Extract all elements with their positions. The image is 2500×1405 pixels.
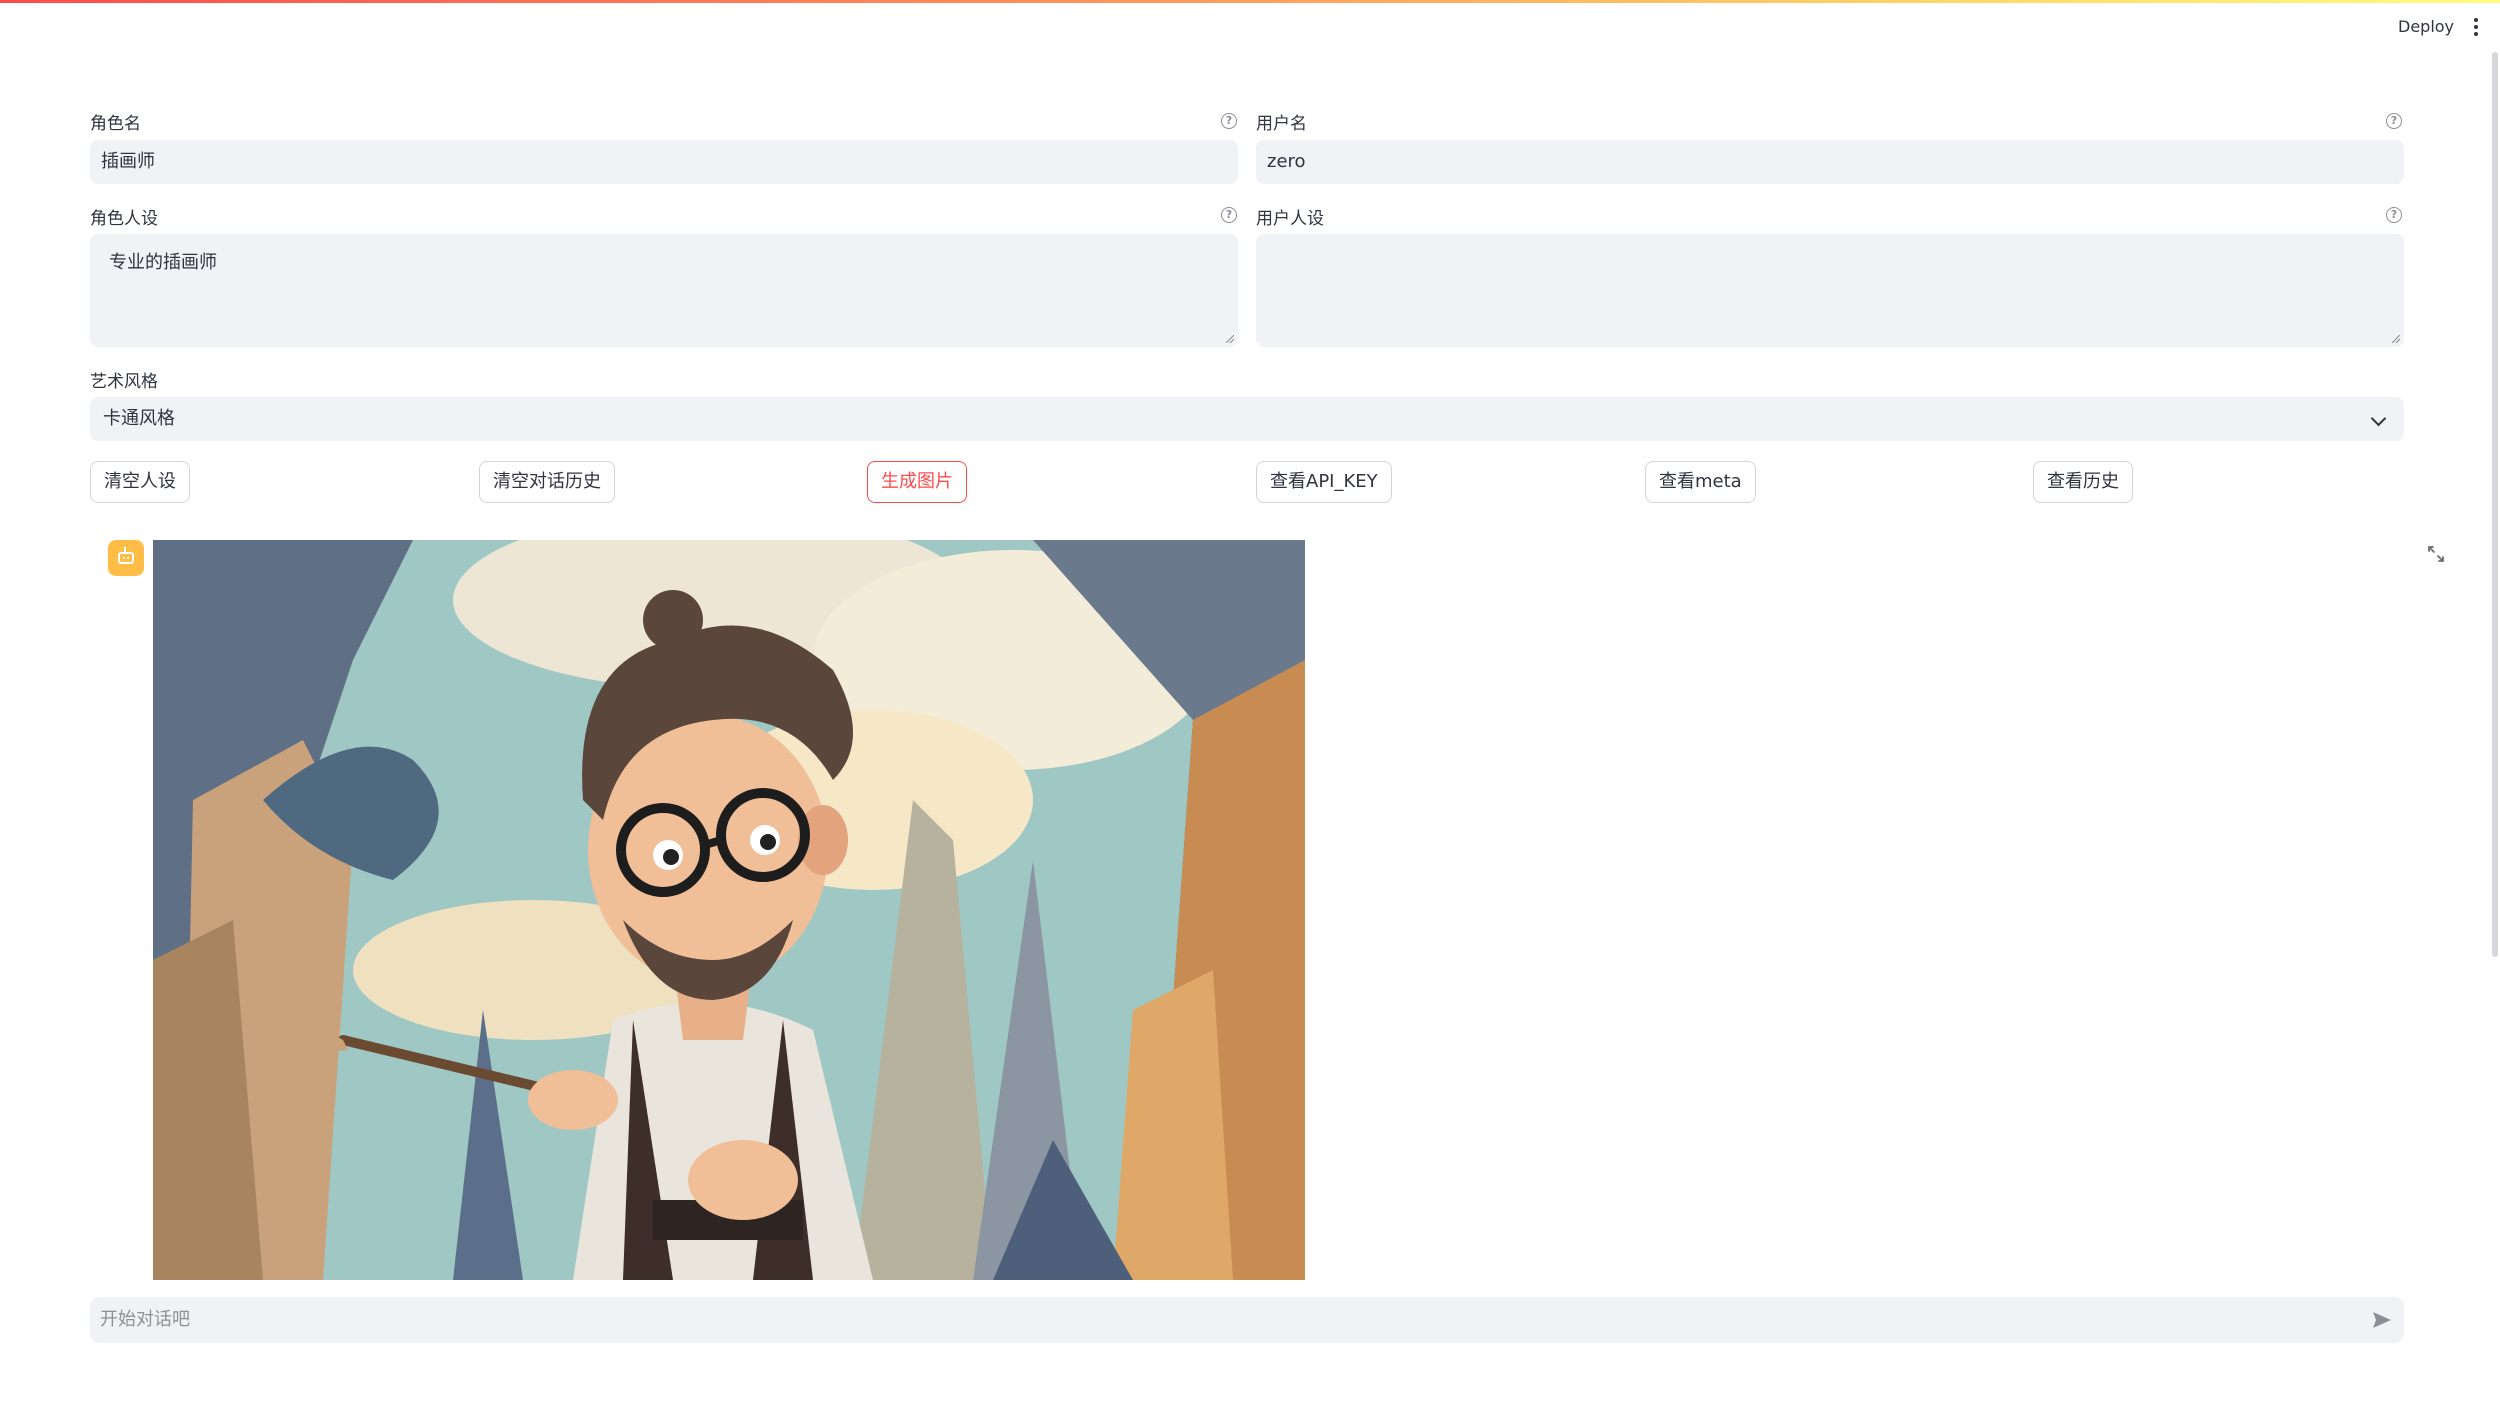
view-meta-button[interactable]: 查看meta (1645, 461, 1756, 503)
view-history-button[interactable]: 查看历史 (2033, 461, 2133, 503)
fullscreen-icon[interactable] (2426, 544, 2446, 564)
user-persona-label: 用户人设 (1256, 209, 1324, 229)
help-icon[interactable]: ? (2386, 207, 2402, 223)
user-name-label: 用户名 (1256, 114, 1307, 134)
clear-history-button[interactable]: 清空对话历史 (479, 461, 615, 503)
header-decoration (0, 0, 2500, 3)
scrollbar[interactable] (2492, 52, 2498, 957)
role-persona-value: 专业的插画师 (109, 252, 217, 273)
chevron-down-icon (2370, 410, 2387, 427)
art-style-select[interactable]: 卡通风格 (90, 397, 2404, 441)
bot-avatar (108, 540, 144, 576)
more-vertical-icon (2474, 18, 2478, 36)
chat-input-placeholder: 开始对话吧 (100, 1309, 190, 1330)
role-name-label: 角色名 (90, 114, 141, 134)
bot-icon (118, 547, 134, 564)
resize-handle[interactable] (1226, 335, 1234, 343)
deploy-button[interactable]: Deploy (2384, 12, 2468, 42)
help-icon[interactable]: ? (2386, 113, 2402, 129)
view-api-key-button[interactable]: 查看API_KEY (1256, 461, 1392, 503)
art-style-label: 艺术风格 (90, 372, 158, 392)
role-persona-label: 角色人设 (90, 209, 158, 229)
generate-image-button[interactable]: 生成图片 (867, 461, 967, 503)
help-icon[interactable]: ? (1221, 207, 1237, 223)
help-icon[interactable]: ? (1221, 113, 1237, 129)
user-name-input[interactable]: zero (1256, 140, 2404, 184)
resize-handle[interactable] (2392, 335, 2400, 343)
chat-input[interactable]: 开始对话吧 (90, 1297, 2404, 1343)
role-name-input[interactable]: 插画师 (90, 140, 1238, 184)
role-persona-textarea[interactable]: 专业的插画师 (90, 234, 1238, 347)
send-icon[interactable] (2370, 1308, 2394, 1332)
user-persona-textarea[interactable] (1256, 234, 2404, 347)
main-menu-button[interactable] (2464, 12, 2488, 42)
generated-image (153, 540, 1305, 1280)
art-style-selected: 卡通风格 (103, 408, 175, 429)
clear-persona-button[interactable]: 清空人设 (90, 461, 190, 503)
